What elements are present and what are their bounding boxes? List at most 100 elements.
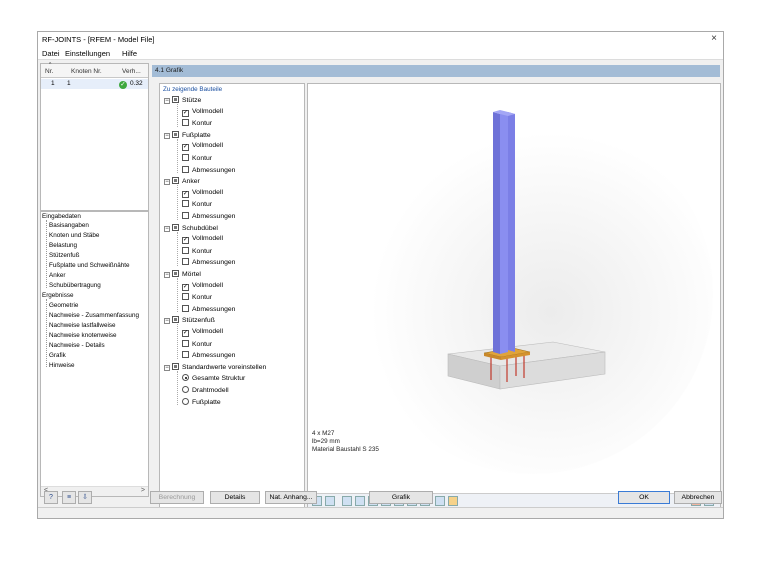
checkbox-icon[interactable]	[182, 247, 189, 254]
checkbox-icon[interactable]	[182, 212, 189, 219]
tree-item-5-0[interactable]: ✓Vollmodell	[182, 328, 223, 337]
nav-item-stuetzenfuss[interactable]: Stützenfuß	[49, 252, 79, 259]
checkbox-icon[interactable]	[182, 293, 189, 300]
tree-item-2-1[interactable]: Kontur	[182, 200, 212, 208]
tree-item-2-0[interactable]: ✓Vollmodell	[182, 189, 223, 198]
collapse-icon[interactable]: −	[164, 179, 170, 185]
collapse-icon[interactable]: −	[164, 133, 170, 139]
group-checkbox[interactable]	[172, 131, 179, 138]
nav-item-details[interactable]: Nachweise - Details	[49, 342, 105, 349]
tree-item-5-2[interactable]: Abmessungen	[182, 351, 235, 359]
radio-icon[interactable]	[182, 398, 189, 405]
tree-group-1[interactable]: −Fußplatte	[164, 131, 211, 139]
menu-datei[interactable]: Datei	[42, 49, 60, 58]
tree-group-2[interactable]: −Anker	[164, 177, 200, 185]
import-button[interactable]: ≡	[62, 491, 76, 504]
checked-checkbox-icon[interactable]: ✓	[182, 330, 189, 337]
nat-anhang-button[interactable]: Nat. Anhang...	[265, 491, 317, 504]
nav-group-ergebnisse[interactable]: Ergebnisse	[42, 292, 74, 299]
tree-item-5-1[interactable]: Kontur	[182, 340, 212, 348]
checkbox-icon[interactable]	[182, 119, 189, 126]
group-checkbox[interactable]	[172, 270, 179, 277]
nav-item-fussplatte[interactable]: Fußplatte und Schweißnähte	[49, 262, 130, 269]
col-verh[interactable]: Verh...	[122, 68, 141, 75]
tree-option-1[interactable]: Drahtmodell	[182, 386, 229, 394]
collapse-icon[interactable]: −	[164, 318, 170, 324]
zoom-icon[interactable]	[435, 496, 445, 506]
graphic-viewport[interactable]: 4 x M27 lb=29 mm Material Baustahl S 235	[307, 83, 721, 508]
ok-button[interactable]: OK	[618, 491, 670, 504]
nav-group-eingabedaten[interactable]: Eingabedaten	[42, 213, 81, 220]
close-icon[interactable]: ×	[711, 33, 717, 44]
collapse-icon[interactable]: −	[164, 272, 170, 278]
nav-item-basisangaben[interactable]: Basisangaben	[49, 222, 89, 229]
collapse-icon[interactable]: −	[164, 365, 170, 371]
nav-item-knotenweise[interactable]: Nachweise knotenweise	[49, 332, 117, 339]
tree-item-1-0[interactable]: ✓Vollmodell	[182, 142, 223, 151]
tree-item-4-1[interactable]: Kontur	[182, 293, 212, 301]
menu-einstellungen[interactable]: Einstellungen	[65, 49, 110, 58]
nav-item-zusammenfassung[interactable]: Nachweise - Zusammenfassung	[49, 312, 139, 319]
tree-option-0[interactable]: Gesamte Struktur	[182, 374, 245, 382]
nav-item-knoten-staebe[interactable]: Knoten und Stäbe	[49, 232, 99, 239]
checkbox-icon[interactable]	[182, 200, 189, 207]
view-y-icon[interactable]	[355, 496, 365, 506]
group-checkbox[interactable]	[172, 224, 179, 231]
group-checkbox[interactable]	[172, 96, 179, 103]
tree-item-1-1[interactable]: Kontur	[182, 154, 212, 162]
tree-item-4-0[interactable]: ✓Vollmodell	[182, 282, 223, 291]
view-back-icon[interactable]	[325, 496, 335, 506]
tree-group-5[interactable]: −Stützenfuß	[164, 316, 215, 324]
checkbox-icon[interactable]	[182, 258, 189, 265]
radio-icon[interactable]	[182, 386, 189, 393]
tree-item-4-2[interactable]: Abmessungen	[182, 305, 235, 313]
tree-group-3[interactable]: −Schubdübel	[164, 224, 218, 232]
settings-icon[interactable]	[448, 496, 458, 506]
checked-checkbox-icon[interactable]: ✓	[182, 237, 189, 244]
table-row[interactable]: 1 1 ✓ 0.32	[41, 79, 148, 89]
berechnung-button[interactable]: Berechnung	[150, 491, 204, 504]
tree-group-0[interactable]: −Stütze	[164, 96, 201, 104]
tree-item-3-2[interactable]: Abmessungen	[182, 258, 235, 266]
nav-item-belastung[interactable]: Belastung	[49, 242, 77, 249]
nav-item-anker[interactable]: Anker	[49, 272, 65, 279]
checkbox-icon[interactable]	[182, 351, 189, 358]
nav-item-lastfallweise[interactable]: Nachweise lastfallweise	[49, 322, 116, 329]
radio-icon[interactable]	[182, 374, 189, 381]
grafik-button[interactable]: Grafik	[369, 491, 433, 504]
checkbox-icon[interactable]	[182, 166, 189, 173]
abbrechen-button[interactable]: Abbrechen	[674, 491, 722, 504]
tree-item-3-0[interactable]: ✓Vollmodell	[182, 235, 223, 244]
nav-item-geometrie[interactable]: Geometrie	[49, 302, 78, 309]
checked-checkbox-icon[interactable]: ✓	[182, 284, 189, 291]
checkbox-icon[interactable]	[182, 305, 189, 312]
tree-option-2[interactable]: Fußplatte	[182, 398, 221, 406]
checked-checkbox-icon[interactable]: ✓	[182, 110, 189, 117]
checkbox-icon[interactable]	[182, 340, 189, 347]
group-checkbox[interactable]	[172, 177, 179, 184]
tree-group-defaults[interactable]: −Standardwerte voreinstellen	[164, 363, 266, 371]
nav-item-hinweise[interactable]: Hinweise	[49, 362, 75, 369]
tree-group-4[interactable]: −Mörtel	[164, 270, 201, 278]
tree-item-1-2[interactable]: Abmessungen	[182, 166, 235, 174]
scroll-right-icon[interactable]: >	[141, 487, 145, 494]
group-checkbox[interactable]	[172, 316, 179, 323]
tree-item-0-0[interactable]: ✓Vollmodell	[182, 108, 223, 117]
checked-checkbox-icon[interactable]: ✓	[182, 144, 189, 151]
checked-checkbox-icon[interactable]: ✓	[182, 191, 189, 198]
export-button[interactable]: ⇩	[78, 491, 92, 504]
nav-item-schubuebertragung[interactable]: Schubübertragung	[49, 282, 101, 289]
collapse-icon[interactable]: −	[164, 226, 170, 232]
tree-item-3-1[interactable]: Kontur	[182, 247, 212, 255]
col-knoten[interactable]: Knoten Nr.	[71, 68, 102, 75]
nav-item-grafik[interactable]: Grafik	[49, 352, 66, 359]
menu-hilfe[interactable]: Hilfe	[122, 49, 137, 58]
help-button[interactable]: ?	[44, 491, 58, 504]
group-checkbox[interactable]	[172, 363, 179, 370]
details-button[interactable]: Details	[210, 491, 260, 504]
col-nr[interactable]: Nr.	[45, 68, 53, 75]
tree-item-0-1[interactable]: Kontur	[182, 119, 212, 127]
tree-item-2-2[interactable]: Abmessungen	[182, 212, 235, 220]
view-x-icon[interactable]	[342, 496, 352, 506]
collapse-icon[interactable]: −	[164, 98, 170, 104]
